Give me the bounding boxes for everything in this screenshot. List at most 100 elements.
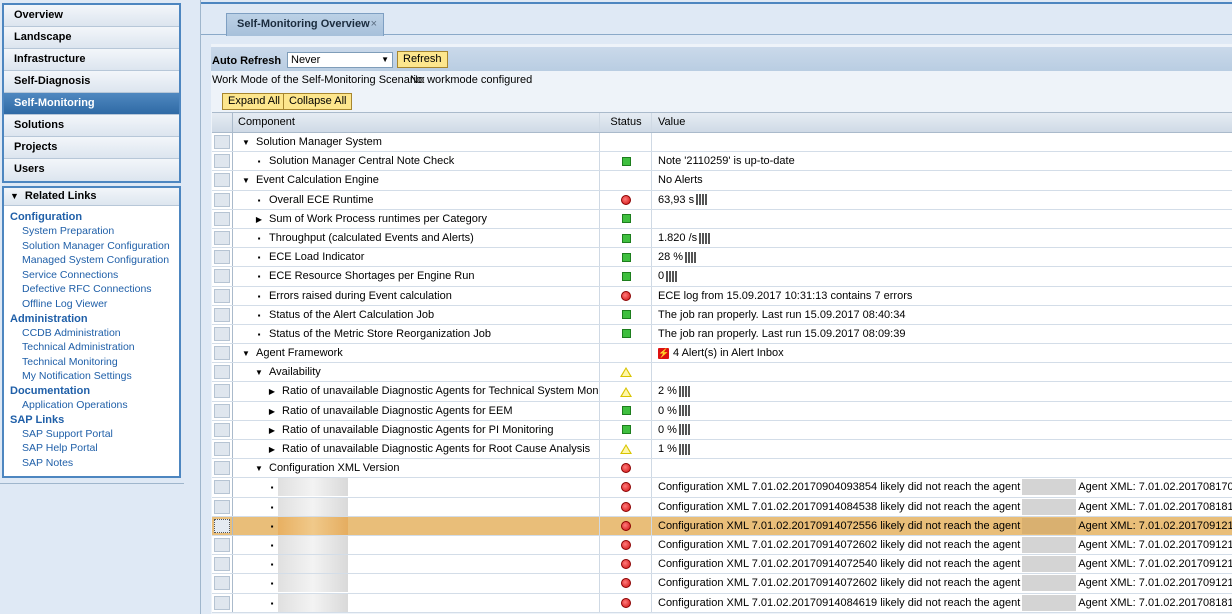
row-select-box[interactable] xyxy=(214,461,230,476)
chart-icon[interactable] xyxy=(666,270,679,282)
nav-item-self-monitoring[interactable]: Self-Monitoring xyxy=(4,93,179,115)
row-select-box[interactable] xyxy=(214,480,230,495)
row-select-box[interactable] xyxy=(214,518,230,533)
row-selector[interactable] xyxy=(212,497,233,516)
nav-item-users[interactable]: Users xyxy=(4,159,179,181)
nav-item-projects[interactable]: Projects xyxy=(4,137,179,159)
row-select-box[interactable] xyxy=(214,307,230,322)
row-selector[interactable] xyxy=(212,363,233,382)
link-sap-help-portal[interactable]: SAP Help Portal xyxy=(4,441,179,456)
table-row[interactable]: ▪ Configuration XML 7.01.02.2017091407255… xyxy=(212,516,1232,536)
related-links-header[interactable]: ▼ Related Links xyxy=(4,188,179,206)
expanded-triangle-icon[interactable]: ▼ xyxy=(240,344,252,362)
row-select-box[interactable] xyxy=(214,595,230,610)
table-row[interactable]: ▪ Overall ECE Runtime 63,93 s xyxy=(212,190,1232,210)
row-selector[interactable] xyxy=(212,228,233,248)
link-technical-monitoring[interactable]: Technical Monitoring xyxy=(4,355,179,370)
alert-inbox-icon[interactable]: ⚡ xyxy=(658,347,669,359)
link-application-operations[interactable]: Application Operations xyxy=(4,398,179,413)
row-selector[interactable] xyxy=(212,516,233,535)
row-select-box[interactable] xyxy=(214,442,230,456)
chart-icon[interactable] xyxy=(685,251,698,263)
row-select-box[interactable] xyxy=(214,230,230,245)
table-row[interactable]: ▪ Configuration XML 7.01.02.2017091408461… xyxy=(212,593,1232,613)
row-select-box[interactable] xyxy=(214,499,230,514)
row-selector[interactable] xyxy=(212,401,233,420)
table-row[interactable]: ▪ Configuration XML 7.01.02.2017091407260… xyxy=(212,574,1232,594)
row-selector[interactable] xyxy=(212,286,233,305)
collapse-all-button[interactable]: Collapse All xyxy=(283,93,353,110)
link-solution-manager-configuration[interactable]: Solution Manager Configuration xyxy=(4,239,179,254)
table-row[interactable]: ▪ ECE Load Indicator 28 % xyxy=(212,248,1232,268)
table-row[interactable]: ▪ Configuration XML 7.01.02.2017091408453… xyxy=(212,497,1232,517)
row-select-box[interactable] xyxy=(214,192,230,207)
table-row[interactable]: ▶ Ratio of unavailable Diagnostic Agents … xyxy=(212,420,1232,440)
select-all-cell[interactable] xyxy=(212,113,233,132)
row-select-box[interactable] xyxy=(214,384,230,399)
expand-all-button[interactable]: Expand All xyxy=(222,93,286,110)
row-selector[interactable] xyxy=(212,133,233,152)
row-selector[interactable] xyxy=(212,209,233,228)
row-selector[interactable] xyxy=(212,420,233,439)
row-selector[interactable] xyxy=(212,478,233,497)
row-select-box[interactable] xyxy=(214,173,230,188)
collapsed-triangle-icon[interactable]: ▶ xyxy=(266,382,278,400)
link-sap-notes[interactable]: SAP Notes xyxy=(4,456,179,471)
table-row[interactable]: ▼ Solution Manager System xyxy=(212,133,1232,153)
link-defective-rfc-connections[interactable]: Defective RFC Connections xyxy=(4,282,179,297)
row-select-box[interactable] xyxy=(214,154,230,169)
header-component[interactable]: Component xyxy=(234,113,600,132)
nav-item-solutions[interactable]: Solutions xyxy=(4,115,179,137)
nav-item-infrastructure[interactable]: Infrastructure xyxy=(4,49,179,71)
row-selector[interactable] xyxy=(212,535,233,555)
link-service-connections[interactable]: Service Connections xyxy=(4,268,179,283)
row-selector[interactable] xyxy=(212,152,233,171)
chart-icon[interactable] xyxy=(678,424,691,436)
expanded-triangle-icon[interactable]: ▼ xyxy=(253,459,265,477)
row-select-box[interactable] xyxy=(214,346,230,361)
row-selector[interactable] xyxy=(212,593,233,612)
table-row[interactable]: ▪ Configuration XML 7.01.02.2017090409385… xyxy=(212,478,1232,498)
table-row[interactable]: ▪ Status of the Metric Store Reorganizati… xyxy=(212,324,1232,345)
row-select-box[interactable] xyxy=(214,211,230,226)
table-row[interactable]: ▼ Agent Framework ⚡ 4 Alert(s) in Alert Inb… xyxy=(212,344,1232,364)
row-selector[interactable] xyxy=(212,382,233,401)
row-select-box[interactable] xyxy=(214,537,230,552)
row-selector[interactable] xyxy=(212,555,233,574)
chart-icon[interactable] xyxy=(696,194,709,206)
link-technical-administration[interactable]: Technical Administration xyxy=(4,340,179,355)
row-select-box[interactable] xyxy=(214,135,230,149)
chart-icon[interactable] xyxy=(678,443,691,455)
table-row[interactable]: ▪ Errors raised during Event calculation E… xyxy=(212,286,1232,306)
nav-item-self-diagnosis[interactable]: Self-Diagnosis xyxy=(4,71,179,93)
collapsed-triangle-icon[interactable]: ▶ xyxy=(266,402,278,420)
value-text[interactable]: 4 Alert(s) in Alert Inbox xyxy=(673,347,784,359)
table-row[interactable]: ▼ Availability xyxy=(212,363,1232,383)
table-row[interactable]: ▪ Solution Manager Central Note Check Note… xyxy=(212,152,1232,172)
row-select-box[interactable] xyxy=(214,326,230,341)
row-selector[interactable] xyxy=(212,171,233,190)
collapsed-triangle-icon[interactable]: ▶ xyxy=(266,440,278,458)
table-row[interactable]: ▪ Throughput (calculated Events and Alert… xyxy=(212,228,1232,249)
table-row[interactable]: ▪ ECE Resource Shortages per Engine Run 0 xyxy=(212,267,1232,287)
table-row[interactable]: ▶ Sum of Work Process runtimes per Catego… xyxy=(212,209,1232,229)
auto-refresh-select[interactable]: Never ▼ xyxy=(287,52,393,68)
row-selector[interactable] xyxy=(212,440,233,459)
link-offline-log-viewer[interactable]: Offline Log Viewer xyxy=(4,297,179,312)
table-row[interactable]: ▪ Configuration XML 7.01.02.2017091407254… xyxy=(212,555,1232,575)
table-row[interactable]: ▶ Ratio of unavailable Diagnostic Agents … xyxy=(212,440,1232,460)
tab-self-monitoring-overview[interactable]: Self-Monitoring Overview× xyxy=(226,13,384,36)
chart-icon[interactable] xyxy=(678,386,691,398)
row-selector[interactable] xyxy=(212,574,233,593)
row-select-box[interactable] xyxy=(214,403,230,418)
link-ccdb-administration[interactable]: CCDB Administration xyxy=(4,326,179,341)
row-selector[interactable] xyxy=(212,344,233,363)
row-selector[interactable] xyxy=(212,459,233,478)
chart-icon[interactable] xyxy=(699,232,712,244)
collapsed-triangle-icon[interactable]: ▶ xyxy=(253,210,265,228)
row-selector[interactable] xyxy=(212,190,233,209)
row-select-box[interactable] xyxy=(214,557,230,572)
expanded-triangle-icon[interactable]: ▼ xyxy=(240,171,252,189)
table-row[interactable]: ▶ Ratio of unavailable Diagnostic Agents … xyxy=(212,382,1232,402)
table-row[interactable]: ▪ Status of the Alert Calculation Job The … xyxy=(212,305,1232,325)
